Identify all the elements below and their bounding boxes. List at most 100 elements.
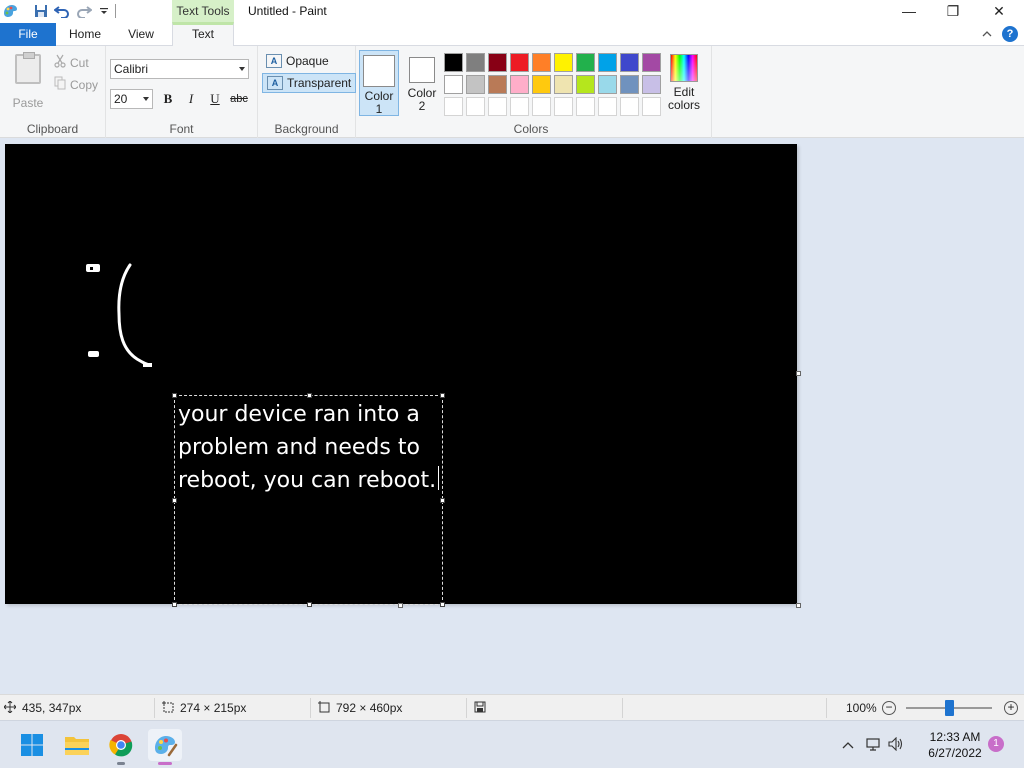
palette-swatch[interactable] xyxy=(620,75,639,94)
palette-swatch[interactable] xyxy=(642,75,661,94)
custom-color-slot[interactable] xyxy=(554,97,573,116)
network-icon[interactable] xyxy=(866,737,882,754)
text-box-content[interactable]: your device ran into a problem and needs… xyxy=(178,398,440,497)
bold-button[interactable]: B xyxy=(159,90,177,108)
tab-view[interactable]: View xyxy=(118,23,164,46)
colors-group-label: Colors xyxy=(513,122,549,136)
paste-button[interactable]: Paste xyxy=(8,52,48,110)
canvas-resize-handle-bottom[interactable] xyxy=(398,603,403,608)
palette-swatch[interactable] xyxy=(532,75,551,94)
custom-color-slot[interactable] xyxy=(510,97,529,116)
ribbon-right-controls: ? xyxy=(982,26,1018,42)
palette-swatch[interactable] xyxy=(510,75,529,94)
chevron-up-icon[interactable] xyxy=(842,738,854,752)
underline-button[interactable]: U xyxy=(206,90,224,108)
font-size-value: 20 xyxy=(114,92,128,106)
canvas-size-icon xyxy=(318,700,330,716)
zoom-slider-thumb[interactable] xyxy=(945,700,954,716)
volume-icon[interactable] xyxy=(888,736,904,754)
copy-button[interactable]: Copy xyxy=(54,76,98,93)
edit-colors-button[interactable]: Edit colors xyxy=(666,54,702,112)
resize-handle[interactable] xyxy=(307,602,312,607)
font-family-select[interactable]: Calibri xyxy=(110,59,249,79)
customize-qat-icon[interactable] xyxy=(96,3,112,19)
color1-button[interactable]: Color 1 xyxy=(359,50,399,116)
palette-swatch[interactable] xyxy=(554,53,573,72)
zoom-level: 100% xyxy=(846,695,877,721)
palette-swatch[interactable] xyxy=(466,75,485,94)
palette-swatch[interactable] xyxy=(488,75,507,94)
custom-color-slot[interactable] xyxy=(532,97,551,116)
text-box[interactable]: your device ran into a problem and needs… xyxy=(172,393,445,607)
tab-file[interactable]: File xyxy=(0,23,56,46)
canvas-resize-handle-right[interactable] xyxy=(796,371,801,376)
custom-color-slot[interactable] xyxy=(466,97,485,116)
resize-handle[interactable] xyxy=(440,602,445,607)
canvas-resize-handle-corner[interactable] xyxy=(796,603,801,608)
palette-swatch[interactable] xyxy=(576,75,595,94)
palette-swatch[interactable] xyxy=(554,75,573,94)
zoom-in-button[interactable]: + xyxy=(1004,701,1018,715)
font-size-select[interactable]: 20 xyxy=(110,89,153,109)
palette-swatch[interactable] xyxy=(598,75,617,94)
resize-handle[interactable] xyxy=(307,393,312,398)
file-explorer-button[interactable] xyxy=(60,729,94,761)
paint-app-icon[interactable] xyxy=(2,3,18,19)
cut-button[interactable]: Cut xyxy=(54,54,89,71)
ribbon: Paste Cut Copy Clipboard Font Calibri 20… xyxy=(0,46,1024,138)
palette-swatch[interactable] xyxy=(620,53,639,72)
maximize-icon: ❐ xyxy=(946,2,960,19)
move-cursor-icon xyxy=(3,700,17,716)
minimize-button[interactable]: — xyxy=(886,0,932,22)
resize-handle[interactable] xyxy=(172,393,177,398)
palette-swatch[interactable] xyxy=(532,53,551,72)
custom-color-slot[interactable] xyxy=(620,97,639,116)
text-line: problem and needs to xyxy=(178,435,420,460)
transparent-icon: A xyxy=(267,76,283,90)
zoom-out-button[interactable]: − xyxy=(882,701,896,715)
save-icon[interactable] xyxy=(33,3,49,19)
chrome-button[interactable] xyxy=(104,729,138,765)
opaque-option[interactable]: A Opaque xyxy=(262,51,333,71)
start-button[interactable] xyxy=(15,729,49,761)
custom-color-slot[interactable] xyxy=(488,97,507,116)
custom-color-slot[interactable] xyxy=(598,97,617,116)
transparent-option[interactable]: A Transparent xyxy=(262,73,357,93)
close-button[interactable]: ✕ xyxy=(976,0,1022,22)
palette-swatch[interactable] xyxy=(466,53,485,72)
resize-handle[interactable] xyxy=(440,498,445,503)
help-icon[interactable]: ? xyxy=(1002,26,1018,42)
redo-icon[interactable] xyxy=(76,3,92,19)
resize-handle[interactable] xyxy=(172,498,177,503)
palette-swatch[interactable] xyxy=(576,53,595,72)
custom-color-slot[interactable] xyxy=(576,97,595,116)
palette-swatch[interactable] xyxy=(642,53,661,72)
color2-button[interactable]: Color 2 xyxy=(402,50,442,116)
notification-badge[interactable]: 1 xyxy=(988,736,1004,752)
palette-swatch[interactable] xyxy=(444,53,463,72)
palette-swatch[interactable] xyxy=(444,75,463,94)
text-line: your device ran into a xyxy=(178,402,420,427)
italic-button[interactable]: I xyxy=(182,90,200,108)
clock[interactable]: 12:33 AM 6/27/2022 xyxy=(918,729,992,761)
chevron-down-icon xyxy=(143,97,149,101)
palette-swatch[interactable] xyxy=(598,53,617,72)
clock-date: 6/27/2022 xyxy=(928,746,982,760)
tab-home[interactable]: Home xyxy=(62,23,108,46)
color-palette xyxy=(444,53,661,116)
close-icon: ✕ xyxy=(993,2,1005,19)
strikethrough-button[interactable]: abc xyxy=(228,90,250,108)
paint-taskbar-button[interactable] xyxy=(148,729,182,765)
palette-swatch[interactable] xyxy=(510,53,529,72)
tab-text[interactable]: Text xyxy=(172,22,234,46)
undo-icon[interactable] xyxy=(54,3,70,19)
resize-handle[interactable] xyxy=(172,602,177,607)
drawing-canvas[interactable]: your device ran into a problem and needs… xyxy=(5,144,797,607)
palette-swatch[interactable] xyxy=(488,53,507,72)
custom-color-slot[interactable] xyxy=(444,97,463,116)
collapse-ribbon-icon[interactable] xyxy=(982,27,992,41)
maximize-button[interactable]: ❐ xyxy=(930,0,976,22)
scissors-icon xyxy=(54,54,66,71)
custom-color-slot[interactable] xyxy=(642,97,661,116)
resize-handle[interactable] xyxy=(440,393,445,398)
